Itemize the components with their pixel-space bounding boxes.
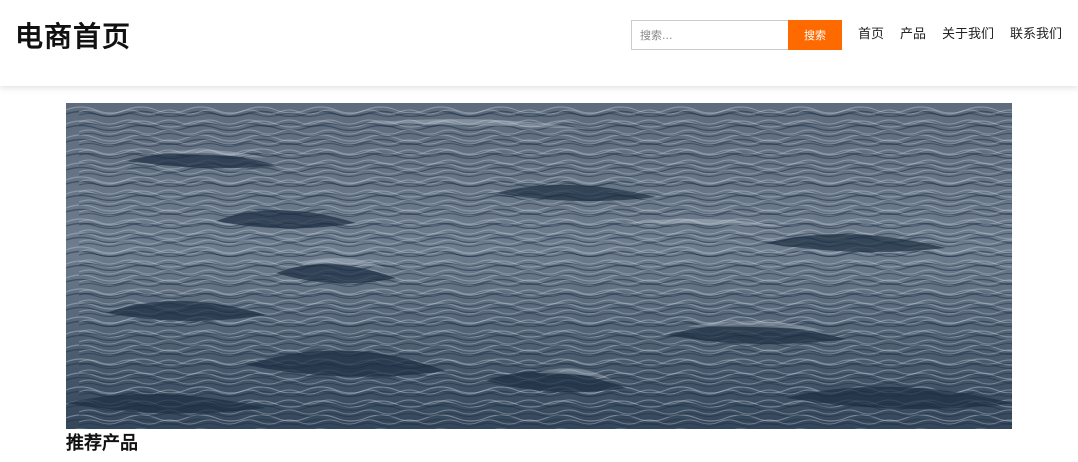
site-logo[interactable]: 电商首页 xyxy=(15,20,131,54)
hero-banner-image xyxy=(66,103,1012,429)
search-bar: 搜索 xyxy=(631,20,842,50)
search-input[interactable] xyxy=(631,20,788,50)
ocean-waves-image xyxy=(66,103,1012,429)
search-button[interactable]: 搜索 xyxy=(788,20,842,50)
main-nav: 首页 产品 关于我们 联系我们 xyxy=(858,26,1062,44)
site-header: 电商首页 搜索 首页 产品 关于我们 联系我们 xyxy=(0,0,1078,86)
nav-item-contact[interactable]: 联系我们 xyxy=(1010,26,1062,44)
nav-item-about[interactable]: 关于我们 xyxy=(942,26,994,44)
nav-item-products[interactable]: 产品 xyxy=(900,26,926,44)
nav-item-home[interactable]: 首页 xyxy=(858,26,884,44)
section-title: 推荐产品 xyxy=(66,433,138,454)
